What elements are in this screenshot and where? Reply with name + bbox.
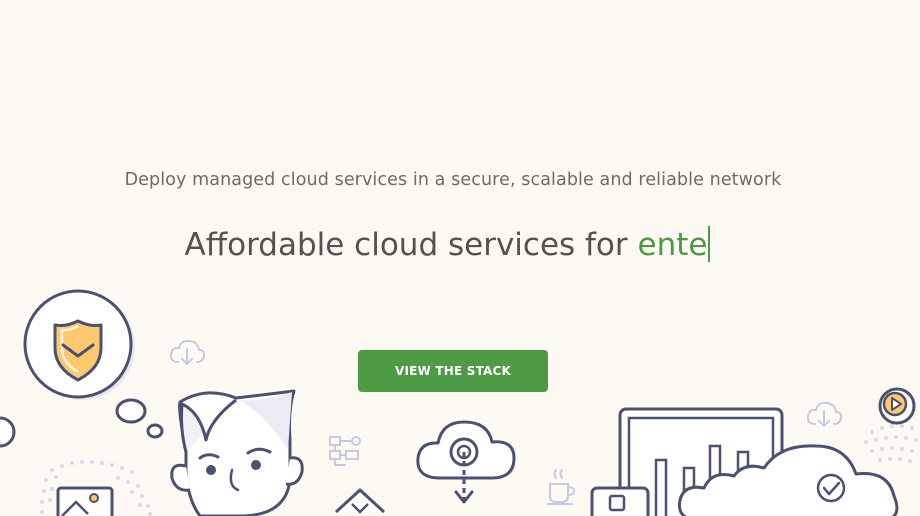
image-icon [56,486,114,516]
play-button-icon [878,387,916,425]
hero-section: Deploy managed cloud services in a secur… [0,0,920,516]
thought-bubble [115,398,147,424]
coffee-cup-icon [547,469,576,505]
shield-badge [23,289,135,400]
hero-subtitle: Deploy managed cloud services in a secur… [124,170,782,190]
flowchart-icon [329,436,361,466]
cloud-download-icon [169,339,206,366]
hero-headline: Affordable cloud services for ente [0,226,895,263]
cloud-download-icon [806,401,843,428]
checkmark-icon [816,473,846,503]
thought-bubble-small [146,423,164,439]
diamond-shape [334,488,386,514]
headline-static-text: Affordable cloud services for [184,227,638,263]
headline-typed-text: ente [637,227,708,263]
cloud-upload-icon [416,420,516,504]
typing-caret [708,226,711,262]
edge-bubble [0,416,16,448]
dot-pattern-right [864,424,918,463]
view-the-stack-button[interactable]: VIEW THE STACK [358,350,548,392]
character-face [170,389,304,516]
